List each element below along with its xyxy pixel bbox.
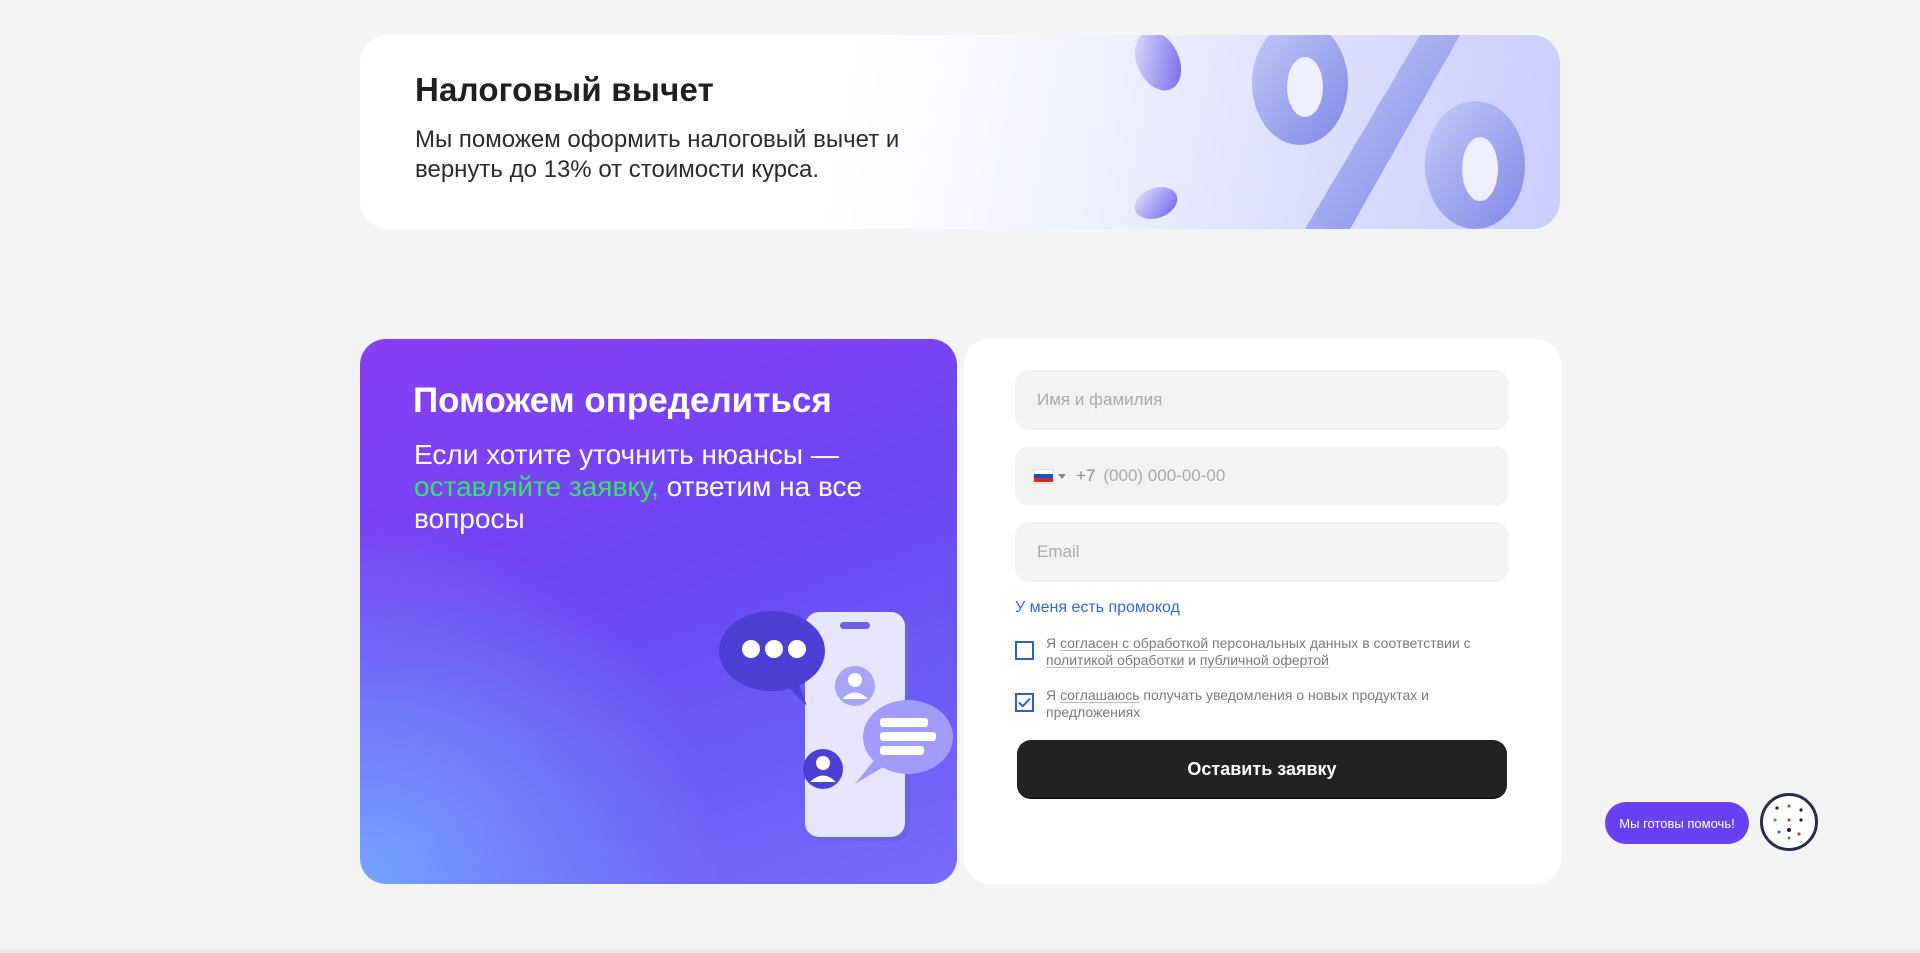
- privacy-consent-text: Я согласен с обработкой персональных дан…: [1046, 635, 1495, 669]
- checkmark-icon: [1018, 697, 1031, 708]
- percent-illustration: [1134, 35, 1525, 229]
- public-offer-link[interactable]: публичной офертой: [1200, 652, 1329, 668]
- notifications-agree-link[interactable]: соглашаюсь: [1060, 687, 1140, 703]
- help-chat-avatar[interactable]: [1760, 793, 1818, 851]
- consent2-text-1: Я: [1046, 687, 1060, 703]
- consent1-text-2: персональных данных в соответствии с: [1208, 635, 1471, 651]
- promo-text: Если хотите уточнить нюансы — оставляйте…: [414, 439, 874, 535]
- promo-title: Поможем определиться: [413, 381, 832, 420]
- promo-code-link[interactable]: У меня есть промокод: [1015, 599, 1180, 617]
- submit-button[interactable]: Оставить заявку: [1017, 740, 1507, 798]
- email-input[interactable]: [1035, 541, 1489, 563]
- name-field[interactable]: [1015, 370, 1509, 430]
- consent1-text-1: Я: [1046, 635, 1060, 651]
- email-field[interactable]: [1015, 522, 1509, 582]
- notifications-consent: Я соглашаюсь получать уведомления о новы…: [1015, 687, 1495, 721]
- lead-form: +7 У меня есть промокод Я согласен с обр…: [964, 339, 1561, 884]
- phone-chat-illustration: [719, 611, 953, 841]
- notifications-consent-text: Я соглашаюсь получать уведомления о новы…: [1046, 687, 1495, 721]
- country-selector[interactable]: [1033, 468, 1066, 484]
- phone-input[interactable]: [1101, 465, 1489, 487]
- tax-deduction-banner: Налоговый вычет Мы поможем оформить нало…: [360, 35, 1560, 229]
- phone-prefix: +7: [1076, 466, 1096, 485]
- name-input[interactable]: [1035, 389, 1489, 411]
- privacy-consent-checkbox[interactable]: [1015, 641, 1034, 660]
- page-footer-divider: [0, 949, 1920, 953]
- help-chat-button[interactable]: Мы готовы помочь!: [1605, 802, 1749, 844]
- tax-deduction-text: Мы поможем оформить налоговый вычет и ве…: [415, 126, 900, 183]
- notifications-consent-checkbox[interactable]: [1015, 693, 1034, 712]
- russia-flag-icon: [1033, 468, 1054, 484]
- consent-processing-link[interactable]: согласен с обработкой: [1060, 635, 1208, 651]
- privacy-consent: Я согласен с обработкой персональных дан…: [1015, 635, 1495, 669]
- chevron-down-icon: [1058, 473, 1066, 479]
- phone-field[interactable]: +7: [1015, 446, 1509, 506]
- consent1-text-3: и: [1184, 652, 1200, 668]
- chat-logo-icon: [1773, 804, 1803, 840]
- privacy-policy-link[interactable]: политикой обработки: [1046, 652, 1184, 668]
- promo-text-accent: оставляйте заявку,: [414, 471, 659, 502]
- promo-text-start: Если хотите уточнить нюансы —: [414, 439, 839, 470]
- consultation-promo-card: Поможем определиться Если хотите уточнит…: [360, 339, 957, 884]
- tax-deduction-title: Налоговый вычет: [415, 71, 714, 108]
